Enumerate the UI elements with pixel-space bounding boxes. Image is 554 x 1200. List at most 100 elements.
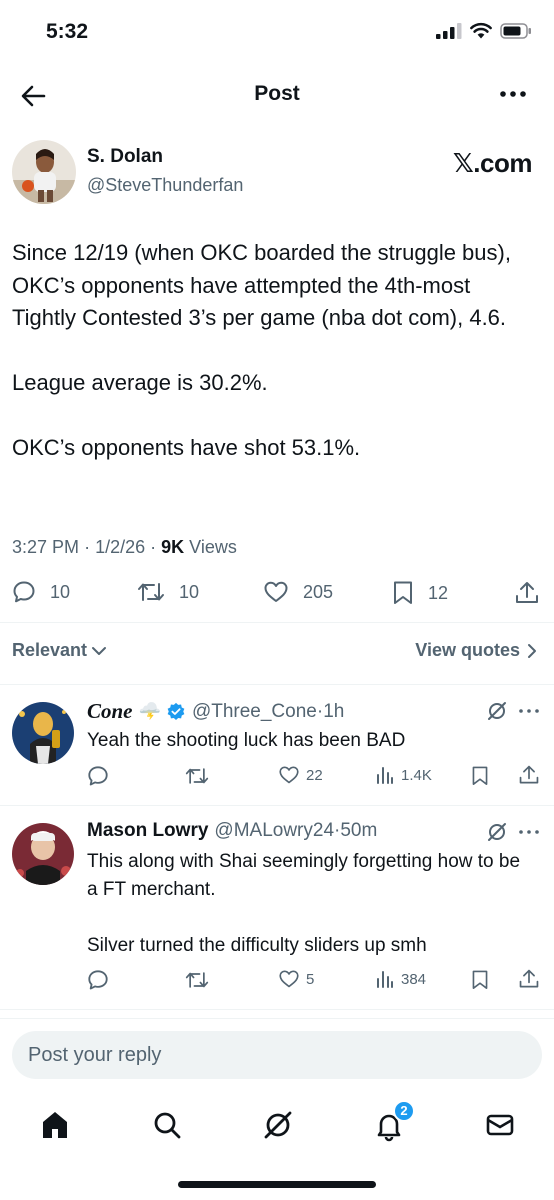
repost-button[interactable] [185, 969, 209, 991]
grok-icon[interactable] [486, 821, 508, 843]
bookmark-count: 12 [428, 582, 449, 603]
author-avatar[interactable] [12, 140, 76, 204]
reply-icon [88, 970, 108, 990]
more-options-icon[interactable] [518, 827, 540, 837]
share-button[interactable] [514, 580, 540, 606]
bookmark-icon [394, 581, 412, 604]
grok-icon[interactable] [261, 1108, 295, 1142]
heart-icon [279, 766, 299, 784]
like-count: 5 [306, 970, 315, 988]
post-meta: 3:27 PM · 1/2/26 · 9K Views [12, 537, 237, 557]
status-bar: 5:32 [0, 0, 554, 70]
reply-time: 50m [340, 820, 378, 841]
analytics-icon [377, 971, 393, 988]
like-button[interactable]: 5 [278, 969, 314, 989]
repost-button[interactable] [185, 765, 209, 787]
repost-icon [185, 972, 209, 988]
divider [0, 1009, 554, 1010]
name-emoji: 🌩️ [138, 701, 161, 721]
reply-author-handle[interactable]: @MALowry24 [214, 820, 334, 842]
like-button[interactable]: 22 [278, 765, 323, 785]
heart-icon [264, 581, 288, 602]
divider [0, 622, 554, 623]
notifications-badge: 2 [393, 1100, 415, 1122]
status-time: 5:32 [46, 20, 89, 43]
post-paragraph: League average is 30.2%. [12, 370, 268, 395]
reply-button[interactable] [87, 969, 109, 991]
view-quotes-link[interactable]: View quotes [415, 640, 538, 661]
post-actions: 10 10 205 12 [0, 580, 554, 612]
analytics-icon [377, 767, 393, 784]
more-options-icon[interactable] [498, 84, 528, 104]
top-nav: Post [0, 70, 554, 120]
views-button[interactable]: 1.4K [375, 765, 432, 785]
status-icons [436, 22, 532, 39]
reply-time: 1h [323, 700, 345, 722]
home-indicator[interactable] [178, 1181, 376, 1188]
views-count: 1.4K [401, 766, 432, 784]
share-icon [519, 969, 539, 988]
author-name[interactable]: S. Dolan [87, 146, 163, 168]
reply-icon [13, 581, 35, 603]
bookmark-button[interactable] [471, 969, 489, 991]
wifi-icon [470, 22, 492, 39]
repost-button[interactable]: 10 [137, 580, 199, 604]
home-icon[interactable] [38, 1108, 72, 1142]
bookmark-icon [472, 970, 488, 990]
views-label: Views [189, 537, 237, 557]
reply-composer [12, 1031, 542, 1079]
reply-text: Yeah the shooting luck has been BAD [87, 727, 527, 755]
messages-envelope-icon[interactable] [483, 1108, 517, 1142]
author-handle[interactable]: @SteveThunderfan [87, 175, 243, 196]
views-count: 384 [401, 970, 427, 988]
reply-paragraph: This along with Shai seemingly forgettin… [87, 851, 521, 900]
more-options-icon[interactable] [518, 706, 540, 716]
repost-icon [185, 768, 209, 784]
divider [0, 684, 554, 685]
post-date: 1/2/26 [95, 537, 146, 557]
reply-header: Cone 🌩️ @Three_Cone · 1h [87, 699, 345, 724]
reply-avatar[interactable] [12, 823, 74, 885]
post-text: Since 12/19 (when OKC boarded the strugg… [12, 237, 532, 465]
share-button[interactable] [518, 968, 540, 990]
verified-badge-icon [167, 702, 185, 720]
like-button[interactable]: 205 [263, 580, 333, 604]
grok-icon[interactable] [486, 700, 508, 722]
share-icon [516, 582, 538, 603]
battery-icon [500, 22, 531, 39]
heart-icon [279, 970, 299, 988]
reply-button[interactable]: 10 [12, 580, 70, 604]
search-icon[interactable] [150, 1108, 184, 1142]
view-quotes-label: View quotes [415, 640, 520, 660]
repost-count: 10 [179, 581, 200, 602]
share-button[interactable] [518, 764, 540, 786]
like-count: 22 [306, 766, 323, 784]
repost-icon [138, 583, 164, 601]
bottom-tab-bar [0, 1100, 554, 1150]
reply-input[interactable] [12, 1031, 542, 1079]
divider [0, 1018, 554, 1019]
reply-count: 10 [50, 581, 71, 602]
chevron-down-icon [92, 646, 107, 655]
post-time: 3:27 PM [12, 537, 80, 557]
reply-avatar[interactable] [12, 702, 74, 764]
chevron-right-icon [528, 643, 536, 658]
reply-icon [88, 766, 108, 786]
divider [0, 805, 554, 806]
bookmark-button[interactable]: 12 [392, 580, 448, 606]
sort-dropdown[interactable]: Relevant [12, 640, 108, 661]
reply-text: This along with Shai seemingly forgettin… [87, 848, 527, 960]
source-label: 𝕏.com [452, 148, 533, 178]
reply-author-name[interactable]: Cone [87, 699, 133, 724]
reply-author-handle[interactable]: @Three_Cone [192, 701, 317, 723]
reply-button[interactable] [87, 765, 109, 787]
views-button[interactable]: 384 [375, 969, 426, 989]
like-count: 205 [303, 581, 334, 602]
cellular-signal-icon [436, 22, 462, 39]
page-title: Post [254, 82, 300, 105]
bookmark-button[interactable] [471, 765, 489, 787]
sort-label: Relevant [12, 640, 88, 660]
views-count[interactable]: 9K [161, 537, 184, 557]
reply-author-name[interactable]: Mason Lowry [87, 820, 208, 842]
reply-paragraph: Silver turned the difficulty sliders up … [87, 935, 427, 956]
